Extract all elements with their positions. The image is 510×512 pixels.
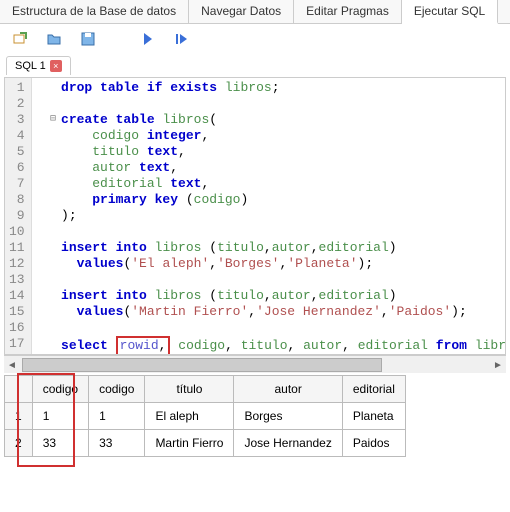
table-cell: Planeta	[342, 403, 405, 430]
table-cell: 1	[32, 403, 88, 430]
code-area[interactable]: drop table if exists libros; create tabl…	[32, 78, 505, 354]
new-tab-icon[interactable]	[12, 31, 28, 47]
scroll-right-arrow[interactable]: ►	[490, 357, 506, 373]
col-header[interactable]: autor	[234, 376, 342, 403]
tab-ejecutar-sql[interactable]: Ejecutar SQL	[402, 0, 498, 24]
col-header[interactable]: codigo	[32, 376, 88, 403]
toolbar	[0, 24, 510, 54]
tab-editar-pragmas[interactable]: Editar Pragmas	[294, 0, 402, 23]
results-table: codigocodigotítuloautoreditorial 111El a…	[4, 375, 406, 457]
table-cell: Borges	[234, 403, 342, 430]
fold-column: ⊟	[47, 80, 59, 352]
sql-tab-1[interactable]: SQL 1 ×	[6, 56, 71, 75]
table-cell: 33	[89, 430, 145, 457]
close-icon[interactable]: ×	[50, 60, 62, 72]
table-cell: Paidos	[342, 430, 405, 457]
tab-estructura-de-la-base-de-datos[interactable]: Estructura de la Base de datos	[0, 0, 189, 23]
table-cell: Martin Fierro	[145, 430, 234, 457]
save-file-icon[interactable]	[80, 31, 96, 47]
run-line-icon[interactable]	[174, 31, 190, 47]
scroll-left-arrow[interactable]: ◄	[4, 357, 20, 373]
scroll-thumb[interactable]	[22, 358, 382, 372]
table-cell: 33	[32, 430, 88, 457]
open-file-icon[interactable]	[46, 31, 62, 47]
line-gutter: 1234567891011121314151617	[5, 78, 32, 354]
table-row[interactable]: 111El alephBorgesPlaneta	[5, 403, 406, 430]
table-cell: El aleph	[145, 403, 234, 430]
table-cell: Jose Hernandez	[234, 430, 342, 457]
tab-navegar-datos[interactable]: Navegar Datos	[189, 0, 294, 23]
table-row[interactable]: 23333Martin FierroJose HernandezPaidos	[5, 430, 406, 457]
sql-tab-label: SQL 1	[15, 60, 46, 72]
main-tabs: Estructura de la Base de datosNavegar Da…	[0, 0, 510, 24]
run-icon[interactable]	[140, 31, 156, 47]
col-header[interactable]: codigo	[89, 376, 145, 403]
results-panel: codigocodigotítuloautoreditorial 111El a…	[4, 375, 506, 457]
sql-tabs: SQL 1 ×	[0, 54, 510, 77]
col-header[interactable]: título	[145, 376, 234, 403]
results-header-row: codigocodigotítuloautoreditorial	[5, 376, 406, 403]
sql-editor[interactable]: 1234567891011121314151617 ⊟ drop table i…	[4, 77, 506, 355]
horizontal-scrollbar[interactable]: ◄ ►	[4, 355, 506, 373]
col-header[interactable]: editorial	[342, 376, 405, 403]
table-cell: 1	[89, 403, 145, 430]
